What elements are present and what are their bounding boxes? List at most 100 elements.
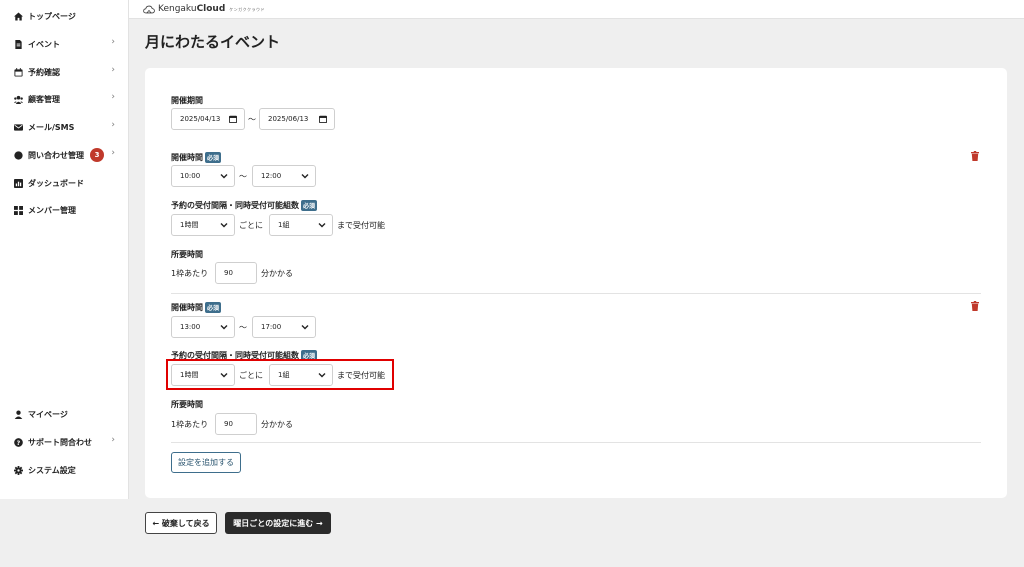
sidebar-item-label: イベント [28, 39, 60, 49]
minutes-text: 分かかる [261, 268, 293, 278]
sidebar-item-members[interactable]: メンバー管理 [14, 202, 124, 218]
calendar-icon[interactable] [319, 115, 327, 123]
interval-select[interactable]: 1時間 [171, 214, 235, 236]
sidebar-item-support[interactable]: ? サポート問合わせ › [14, 434, 124, 450]
end-date-input[interactable]: 2025/06/13 [259, 108, 335, 130]
sidebar-item-mail[interactable]: メール/SMS › [14, 119, 124, 135]
notification-badge: 3 [90, 148, 104, 162]
grid-icon [14, 205, 23, 215]
end-time-select[interactable]: 17:00 [252, 316, 316, 338]
sidebar-item-customers[interactable]: 顧客管理 › [14, 91, 124, 107]
start-time-value: 10:00 [180, 172, 201, 180]
chevron-right-icon: › [111, 120, 115, 130]
sidebar-item-dashboard[interactable]: ダッシュボード [14, 175, 124, 191]
period-label: 開催期間 [171, 96, 203, 105]
sidebar-item-label: 顧客管理 [28, 94, 60, 104]
chevron-down-icon [220, 325, 228, 330]
logo-subtext: ケンガククラウド [229, 7, 266, 12]
discard-back-button[interactable]: ← 破棄して戻る [145, 512, 217, 534]
help-icon: ? [14, 437, 23, 447]
sidebar-item-mypage[interactable]: マイページ [14, 406, 124, 422]
chevron-down-icon [220, 223, 228, 228]
interval-value: 1時間 [180, 221, 199, 229]
trash-icon[interactable] [971, 301, 979, 311]
chart-icon [14, 178, 23, 188]
end-time-select[interactable]: 12:00 [252, 165, 316, 187]
chevron-right-icon: › [111, 148, 115, 158]
sidebar-item-label: メール/SMS [28, 122, 75, 132]
date-range-separator: 〜 [248, 114, 256, 124]
calendar-icon [14, 67, 23, 77]
add-setting-button[interactable]: 設定を追加する [171, 452, 241, 473]
page-title: 月にわたるイベント [145, 33, 281, 51]
start-time-select[interactable]: 10:00 [171, 165, 235, 187]
event-time-label: 開催時間 必須 [171, 152, 222, 163]
start-date-value: 2025/04/13 [180, 115, 221, 123]
chevron-down-icon [220, 174, 228, 179]
users-icon [14, 95, 23, 104]
end-time-value: 12:00 [261, 172, 282, 180]
duration-value: 90 [224, 269, 233, 277]
sidebar-item-event[interactable]: イベント › [14, 36, 124, 52]
sidebar-item-label: マイページ [28, 409, 68, 419]
sidebar: トップページ イベント › 予約確認 › 顧客管理 › メール/SMS › 問い… [0, 0, 129, 499]
minutes-text: 分かかる [261, 419, 293, 429]
sidebar-item-label: トップページ [28, 11, 76, 21]
time-range-separator: 〜 [239, 171, 247, 181]
logo[interactable]: Kengaku Cloud ケンガククラウド [143, 4, 265, 14]
highlight-box [166, 359, 394, 390]
svg-text:?: ? [17, 439, 21, 446]
logo-text-bold: Cloud [196, 4, 226, 14]
sidebar-item-settings[interactable]: システム設定 [14, 462, 124, 478]
duration-label: 所要時間 [171, 400, 203, 409]
sidebar-item-label: ダッシュボード [28, 178, 84, 188]
sidebar-item-label: サポート問合わせ [28, 437, 92, 447]
sidebar-item-inquiries[interactable]: 問い合わせ管理 3 › [14, 147, 124, 163]
sidebar-item-reservations[interactable]: 予約確認 › [14, 64, 124, 80]
per-slot-text: 1枠あたり [171, 268, 209, 278]
cloud-icon [143, 5, 155, 13]
sidebar-item-label: 予約確認 [28, 67, 60, 77]
chevron-right-icon: › [111, 37, 115, 47]
home-icon [14, 11, 23, 21]
sidebar-item-label: システム設定 [28, 465, 76, 475]
session-divider [171, 442, 981, 443]
chevron-right-icon: › [111, 92, 115, 102]
session-divider [171, 293, 981, 294]
chevron-right-icon: › [111, 435, 115, 445]
sidebar-item-label: メンバー管理 [28, 205, 76, 215]
next-weekday-settings-button[interactable]: 曜日ごとの設定に進む → [225, 512, 331, 534]
logo-text-light: Kengaku [158, 4, 197, 14]
interval-label: 予約の受付間隔・同時受付可能組数 必須 [171, 200, 318, 211]
groups-select[interactable]: 1組 [269, 214, 333, 236]
duration-value: 90 [224, 420, 233, 428]
required-badge: 必須 [301, 200, 318, 211]
end-time-value: 17:00 [261, 323, 282, 331]
top-header: Kengaku Cloud ケンガククラウド [129, 0, 1024, 19]
groups-value: 1組 [278, 221, 290, 229]
sidebar-item-label: 問い合わせ管理 [28, 150, 84, 160]
time-range-separator: 〜 [239, 322, 247, 332]
end-date-value: 2025/06/13 [268, 115, 309, 123]
chat-icon [14, 150, 23, 160]
gear-icon [14, 465, 23, 475]
required-badge: 必須 [205, 302, 222, 313]
chevron-down-icon [301, 325, 309, 330]
per-text: ごとに [239, 220, 263, 230]
start-time-value: 13:00 [180, 323, 201, 331]
per-slot-text: 1枠あたり [171, 419, 209, 429]
accept-text: まで受付可能 [337, 220, 385, 230]
user-icon [14, 410, 23, 419]
mail-icon [14, 123, 23, 132]
sidebar-item-top[interactable]: トップページ [14, 8, 124, 24]
start-time-select[interactable]: 13:00 [171, 316, 235, 338]
duration-label: 所要時間 [171, 250, 203, 259]
required-badge: 必須 [205, 152, 222, 163]
duration-input[interactable]: 90 [215, 262, 257, 284]
calendar-icon[interactable] [229, 115, 237, 123]
start-date-input[interactable]: 2025/04/13 [171, 108, 245, 130]
trash-icon[interactable] [971, 151, 979, 161]
chevron-down-icon [301, 174, 309, 179]
duration-input[interactable]: 90 [215, 413, 257, 435]
document-icon [14, 39, 23, 49]
